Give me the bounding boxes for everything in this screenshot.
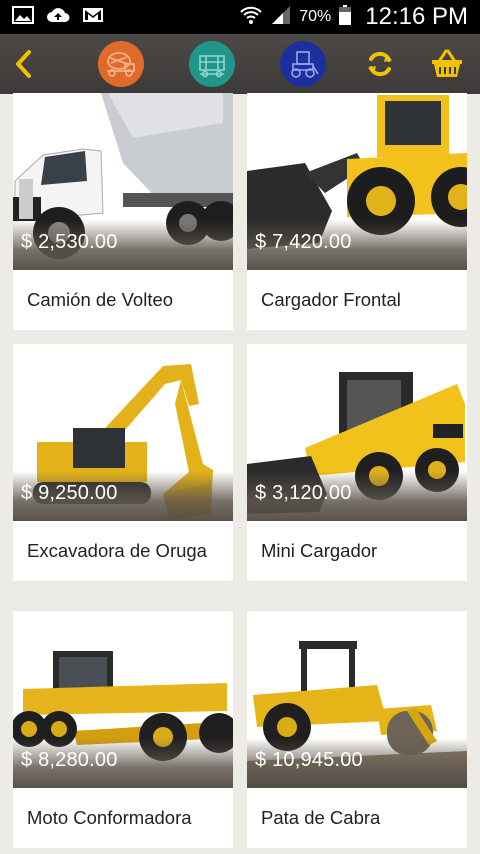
wifi-icon [239,5,263,30]
product-name: Cargador Frontal [261,289,401,310]
category-tractor-button[interactable] [280,41,326,87]
battery-icon [339,4,352,30]
image-icon [12,6,34,28]
refresh-button[interactable] [364,48,396,80]
product-price: $ 7,420.00 [255,231,352,253]
gmail-icon [82,6,104,28]
product-price: $ 8,280.00 [21,749,118,771]
cart-button[interactable] [430,48,464,80]
status-bar: 70% 12:16 PM [0,0,480,34]
battery-percent: 70% [299,8,332,25]
chevron-left-icon [16,50,31,78]
basket-icon [432,49,462,77]
product-price: $ 9,250.00 [21,482,118,504]
crane-icon [199,55,225,78]
product-price: $ 3,120.00 [255,482,352,504]
cloud-upload-icon [46,6,70,28]
category-mixer-button[interactable] [98,41,144,87]
category-crane-button[interactable] [189,41,235,87]
product-name: Camión de Volteo [27,289,174,310]
app-bar [0,34,480,94]
product-name: Mini Cargador [261,540,378,561]
product-name: Pata de Cabra [261,807,381,828]
refresh-icon [368,51,392,77]
product-card[interactable]: $ 7,420.00 Cargador Frontal [247,93,467,330]
signal-icon [271,5,291,30]
product-name: Excavadora de Oruga [27,540,207,561]
product-card[interactable]: $ 9,250.00 Excavadora de Oruga [13,344,233,581]
product-price: $ 2,530.00 [21,231,118,253]
product-card[interactable]: $ 3,120.00 Mini Cargador [247,344,467,581]
clock: 12:16 PM [365,3,468,30]
back-button[interactable] [8,48,38,80]
product-card[interactable]: $ 8,280.00 Moto Conformadora [13,611,233,848]
product-card[interactable]: $ 10,945.00 Pata de Cabra [247,611,467,848]
tractor-icon [291,51,319,78]
product-price: $ 10,945.00 [255,749,363,771]
product-name: Moto Conformadora [27,807,192,828]
product-card[interactable]: $ 2,530.00 Camión de Volteo [13,93,233,330]
concrete-mixer-icon [107,52,135,77]
